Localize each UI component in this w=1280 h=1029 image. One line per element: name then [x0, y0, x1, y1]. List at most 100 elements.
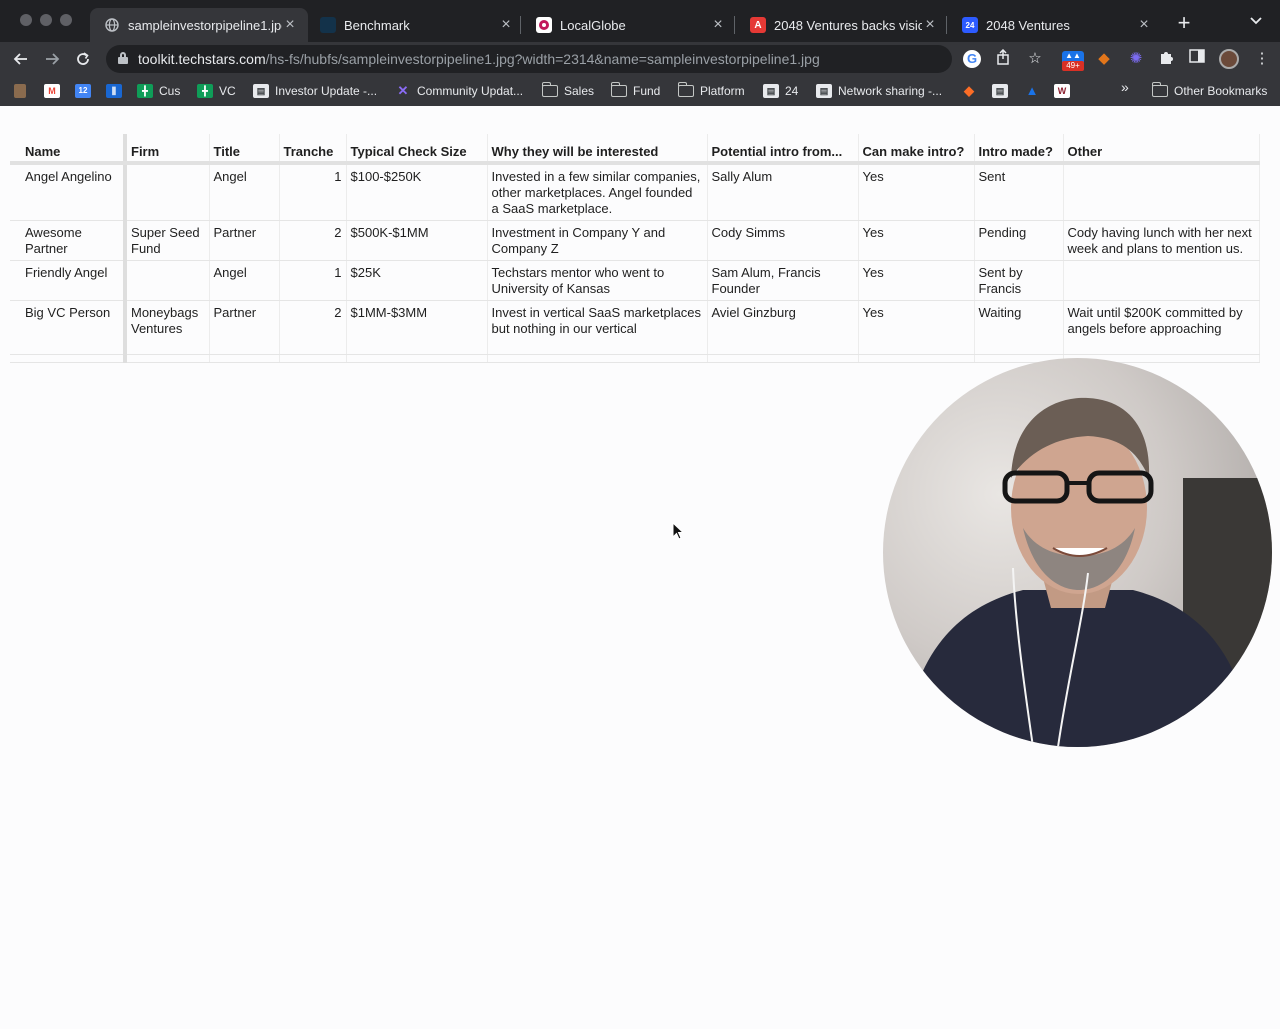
bookmark-investor-update[interactable]: ▤ Investor Update -... — [253, 81, 377, 101]
globe-icon — [104, 17, 120, 33]
close-window-button[interactable] — [20, 14, 32, 26]
bookmark-folder-platform[interactable]: Platform — [677, 81, 745, 101]
more-bookmarks-chevron-icon[interactable]: » — [1121, 79, 1129, 95]
folder-icon — [1151, 82, 1168, 97]
table-cell — [1063, 260, 1260, 301]
table-cell: 2 — [279, 220, 347, 261]
bookmark-gitlab[interactable]: ◆ — [961, 81, 983, 101]
row-gutter — [10, 163, 21, 221]
bookmark-gmail[interactable]: M — [44, 81, 66, 101]
bookmark-24[interactable]: ▤ 24 — [763, 81, 798, 101]
close-tab-icon[interactable]: × — [922, 16, 938, 34]
bookmark-star-icon[interactable]: ☆ — [1025, 49, 1045, 69]
column-header: Typical Check Size — [346, 134, 488, 165]
row-gutter — [10, 134, 21, 165]
column-header: Name — [21, 134, 127, 165]
bookmark-app[interactable]: ⫼ — [106, 81, 128, 101]
url-host: toolkit.techstars.com — [138, 51, 266, 67]
table-cell: Cody Simms — [707, 220, 859, 261]
tab-title: LocalGlobe — [560, 17, 626, 33]
tab-localglobe[interactable]: LocalGlobe × — [522, 8, 736, 42]
extension-gear-icon[interactable]: ✺ — [1126, 49, 1146, 69]
close-tab-icon[interactable]: × — [282, 16, 298, 34]
table-cell — [1063, 163, 1260, 221]
table-cell: Sally Alum — [707, 163, 859, 221]
bookmark-w-app[interactable]: W — [1054, 81, 1076, 101]
tab-2048-ventures-backs[interactable]: A 2048 Ventures backs vision × — [736, 8, 948, 42]
lock-icon[interactable] — [118, 52, 128, 64]
forward-arrow-icon[interactable] — [40, 47, 64, 71]
bookmark-doc[interactable]: ▤ — [992, 81, 1014, 101]
share-icon[interactable] — [993, 48, 1013, 69]
table-cell: 1 — [279, 260, 347, 301]
minimize-window-button[interactable] — [40, 14, 52, 26]
bookmark-arrow-app[interactable]: ▲ — [1024, 81, 1046, 101]
close-tab-icon[interactable]: × — [1136, 16, 1152, 34]
table-row: Friendly Angel Angel 1 $25K Techstars me… — [10, 260, 1260, 301]
zoom-window-button[interactable] — [60, 14, 72, 26]
table-row: Angel Angelino Angel 1 $100-$250K Invest… — [10, 163, 1260, 221]
2048-ventures-red-icon: A — [750, 17, 766, 33]
table-cell: Awesome Partner — [21, 220, 127, 261]
table-cell: Invest in vertical SaaS marketplaces but… — [487, 300, 708, 355]
bookmark-folder-fund[interactable]: Fund — [610, 81, 660, 101]
table-cell: Angel — [209, 163, 280, 221]
table-cell — [125, 260, 210, 301]
extensions-puzzle-icon[interactable] — [1156, 49, 1176, 69]
table-cell: 1 — [279, 163, 347, 221]
browser-toolbar: toolkit.techstars.com/hs-fs/hubfs/sample… — [0, 42, 1280, 76]
tab-divider — [520, 16, 521, 34]
2048-ventures-icon: 24 — [962, 17, 978, 33]
bookmark-calendar[interactable]: 12 — [75, 81, 97, 101]
bookmark-network-sharing[interactable]: ▤ Network sharing -... — [816, 81, 942, 101]
new-tab-button[interactable]: + — [1172, 11, 1196, 35]
table-cell: Yes — [858, 260, 975, 301]
tab-title: Benchmark — [344, 17, 410, 33]
profile-avatar[interactable] — [1219, 49, 1239, 69]
folder-icon — [610, 82, 627, 97]
table-cell — [125, 163, 210, 221]
gmail-icon: M — [44, 84, 60, 98]
doc-icon: ▤ — [763, 84, 779, 98]
tab-benchmark[interactable]: Benchmark × — [306, 8, 524, 42]
tab-title: 2048 Ventures — [986, 17, 1070, 33]
extension-badge-icon[interactable]: ▲▲ 49+ — [1062, 51, 1084, 71]
address-bar[interactable]: toolkit.techstars.com/hs-fs/hubfs/sample… — [106, 45, 952, 73]
close-tab-icon[interactable]: × — [710, 16, 726, 34]
tab-divider — [734, 16, 735, 34]
table-cell: Big VC Person — [21, 300, 127, 355]
bookmark-profile[interactable] — [14, 81, 32, 101]
kebab-menu-icon[interactable]: ⋮ — [1252, 49, 1272, 69]
table-cell: Angel — [209, 260, 280, 301]
table-cell: Waiting — [974, 300, 1064, 355]
column-header: Why they will be interested — [487, 134, 708, 165]
side-panel-icon[interactable] — [1187, 49, 1207, 69]
bookmark-vc[interactable]: ╋ VC — [197, 81, 236, 101]
table-cell: Yes — [858, 163, 975, 221]
doc-icon: ▤ — [816, 84, 832, 98]
metamask-icon[interactable]: ◆ — [1094, 49, 1114, 69]
w-app-icon: W — [1054, 84, 1070, 98]
webcam-overlay — [883, 358, 1272, 747]
tab-sampleinvestorpipeline[interactable]: sampleinvestorpipeline1.jpg × — [90, 8, 308, 42]
header-row: Name Firm Title Tranche Typical Check Si… — [10, 134, 1260, 165]
bookmark-folder-sales[interactable]: Sales — [541, 81, 594, 101]
url-text[interactable]: toolkit.techstars.com/hs-fs/hubfs/sample… — [138, 51, 820, 67]
tab-search-chevron-icon[interactable] — [1250, 14, 1262, 28]
presenter-video-image — [903, 397, 1272, 747]
table-cell: $1MM-$3MM — [346, 300, 488, 355]
column-header: Can make intro? — [858, 134, 975, 165]
table-cell: $25K — [346, 260, 488, 301]
bookmark-cus[interactable]: ╋ Cus — [137, 81, 180, 101]
investor-pipeline-image: Name Firm Title Tranche Typical Check Si… — [10, 134, 1270, 363]
reload-icon[interactable] — [71, 47, 95, 71]
tab-2048-ventures[interactable]: 24 2048 Ventures × — [948, 8, 1162, 42]
url-path: /hs-fs/hubfs/sampleinvestorpipeline1.jpg… — [265, 51, 820, 67]
google-icon[interactable]: G — [963, 50, 981, 68]
row-gutter — [10, 300, 21, 355]
back-arrow-icon[interactable] — [9, 47, 33, 71]
close-tab-icon[interactable]: × — [498, 16, 514, 34]
other-bookmarks[interactable]: Other Bookmarks — [1151, 81, 1267, 101]
column-header: Intro made? — [974, 134, 1064, 165]
bookmark-community-update[interactable]: ✕ Community Updat... — [395, 81, 524, 101]
